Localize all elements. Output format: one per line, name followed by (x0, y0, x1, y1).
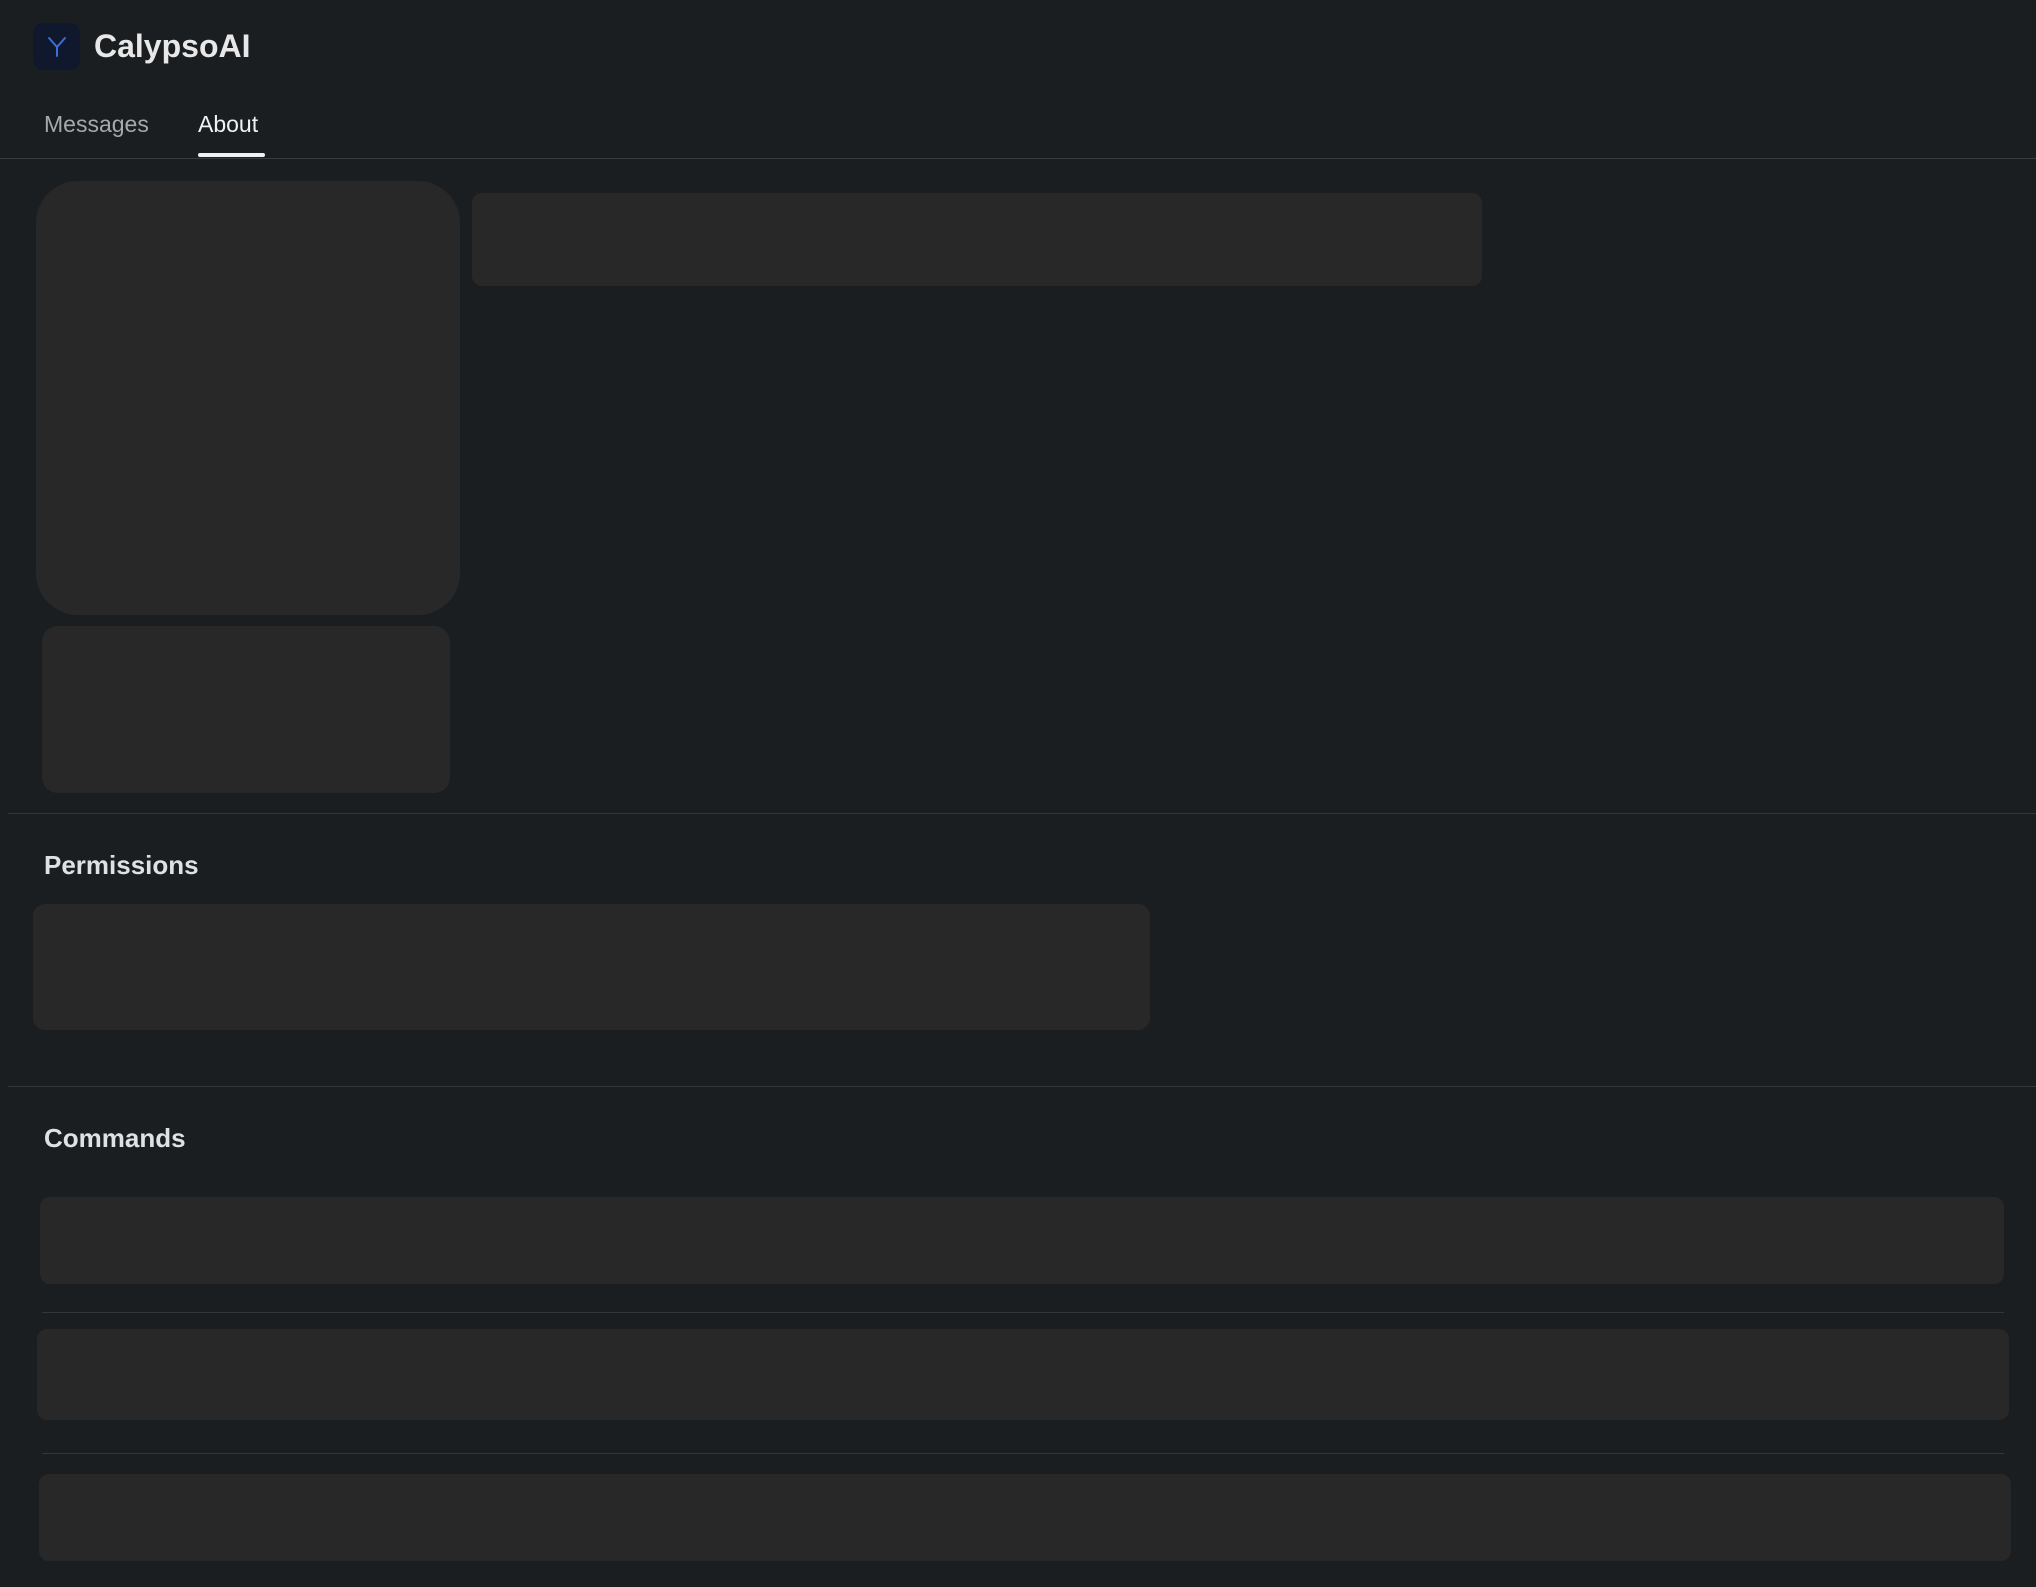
command-item-placeholder (39, 1474, 2011, 1561)
active-tab-indicator (198, 153, 265, 157)
app-header: CalypsoAI Messages About (0, 0, 2036, 159)
command-divider (42, 1312, 2004, 1313)
profile-image-placeholder (36, 181, 460, 615)
tab-messages[interactable]: Messages (44, 108, 149, 140)
profile-action-placeholder (42, 626, 450, 793)
app-logo-icon (33, 23, 80, 70)
app-title: CalypsoAI (94, 28, 251, 64)
section-divider (8, 1086, 2036, 1087)
commands-heading: Commands (44, 1123, 186, 1153)
permissions-placeholder (33, 904, 1150, 1030)
command-item-placeholder (37, 1329, 2009, 1420)
section-divider (8, 813, 2036, 814)
profile-name-placeholder (472, 193, 1482, 286)
command-item-placeholder (40, 1197, 2004, 1284)
permissions-heading: Permissions (44, 850, 199, 880)
tab-about[interactable]: About (198, 108, 258, 140)
command-divider (42, 1453, 2004, 1454)
